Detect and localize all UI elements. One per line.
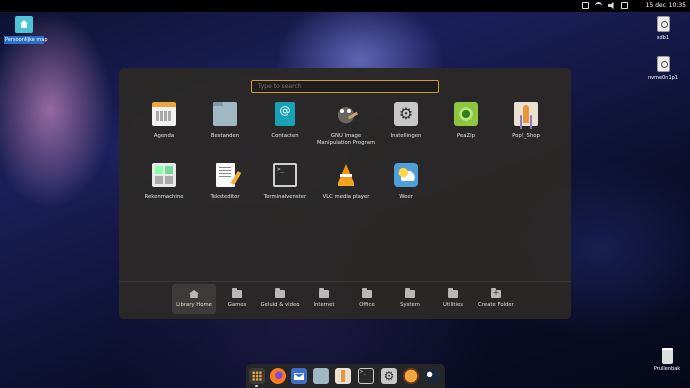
terminal-icon[interactable] xyxy=(358,368,374,384)
app-label: Teksteditor xyxy=(210,194,240,200)
folder-label: Create Folder xyxy=(478,302,514,308)
folder-label: System xyxy=(400,302,420,308)
desktop-drive-sdb1[interactable]: sdb1 xyxy=(648,16,678,41)
vlc-icon xyxy=(334,163,358,187)
trash-label: Prullenbak xyxy=(653,366,681,372)
folder-games[interactable]: Games xyxy=(215,284,259,314)
app-icon[interactable] xyxy=(403,368,419,384)
folder-office[interactable]: Office xyxy=(345,284,389,314)
home-icon xyxy=(189,290,199,298)
top-bar: 15 dec 10:35 xyxy=(0,0,690,12)
app-label: Terminalvenster xyxy=(263,194,307,200)
network-icon[interactable] xyxy=(582,2,589,9)
desktop-trash[interactable]: Prullenbak xyxy=(652,348,682,372)
app-terminalvenster[interactable]: Terminalvenster xyxy=(254,163,316,201)
applications-icon[interactable] xyxy=(249,368,265,384)
folder-label: Geluid & video xyxy=(260,302,300,308)
app-peazip[interactable]: PeaZip xyxy=(435,102,497,140)
drive-label: sdb1 xyxy=(656,35,670,41)
app-label: Bestanden xyxy=(210,133,240,139)
gimp-icon xyxy=(334,102,358,126)
folder-label: Utilities xyxy=(443,302,463,308)
create-folder-button[interactable]: Create Folder xyxy=(474,284,518,314)
pop-shop-icon[interactable] xyxy=(335,368,351,384)
application-launcher: Agenda Bestanden Contacten GNU Image Man… xyxy=(119,68,571,319)
app-rekenmachine[interactable]: Rekenmachine xyxy=(133,163,195,201)
drive-icon xyxy=(656,16,670,32)
wifi-icon[interactable] xyxy=(595,2,602,9)
app-teksteditor[interactable]: Teksteditor xyxy=(194,163,256,201)
calculator-icon xyxy=(152,163,176,187)
app-label: VLC media player xyxy=(322,194,370,200)
folder-icon xyxy=(319,288,329,298)
text-editor-icon xyxy=(215,163,235,187)
app-label: Weer xyxy=(399,194,413,200)
app-pop-shop[interactable]: Pop!_Shop xyxy=(495,102,557,140)
settings-icon xyxy=(394,102,418,126)
drive-label: nvme0n1p1 xyxy=(648,75,678,81)
app-label: Instellingen xyxy=(390,133,422,139)
folder-utilities[interactable]: Utilities xyxy=(431,284,475,314)
desktop-home-folder[interactable]: Persoonlijke map xyxy=(4,16,48,44)
files-icon xyxy=(213,102,237,126)
app-label: PeaZip xyxy=(457,133,475,139)
system-tray[interactable] xyxy=(582,2,628,9)
steam-icon[interactable] xyxy=(424,368,440,384)
app-label: GNU Image Manipulation Program xyxy=(316,133,376,146)
app-contacten[interactable]: Contacten xyxy=(254,102,316,140)
pop-shop-icon xyxy=(514,102,538,126)
app-instellingen[interactable]: Instellingen xyxy=(375,102,437,140)
trash-icon xyxy=(661,348,673,364)
folder-icon xyxy=(405,288,415,298)
search-input[interactable] xyxy=(251,80,439,93)
app-vlc[interactable]: VLC media player xyxy=(315,163,377,201)
app-label: Rekenmachine xyxy=(144,194,184,200)
folder-icon xyxy=(232,288,242,298)
calendar-icon xyxy=(152,102,176,126)
folder-system[interactable]: System xyxy=(388,284,432,314)
folder-bar: Library Home Games Geluid & video Intern… xyxy=(119,281,571,319)
folder-plus-icon xyxy=(491,288,501,298)
desktop-drive-nvme[interactable]: nvme0n1p1 xyxy=(648,56,678,81)
home-folder-label: Persoonlijke map xyxy=(4,36,48,44)
folder-geluid-video[interactable]: Geluid & video xyxy=(258,284,302,314)
folder-internet[interactable]: Internet xyxy=(302,284,346,314)
app-label: Pop!_Shop xyxy=(512,133,540,139)
folder-label: Games xyxy=(227,302,247,308)
app-gimp[interactable]: GNU Image Manipulation Program xyxy=(315,102,377,147)
app-agenda[interactable]: Agenda xyxy=(133,102,195,140)
peazip-icon xyxy=(454,102,478,126)
folder-icon xyxy=(275,288,285,298)
dock xyxy=(246,364,445,388)
mail-icon[interactable] xyxy=(291,368,307,384)
folder-label: Office xyxy=(359,302,375,308)
folder-icon xyxy=(362,288,372,298)
running-indicator xyxy=(255,385,258,387)
volume-icon[interactable] xyxy=(608,2,614,9)
battery-icon[interactable] xyxy=(621,2,628,9)
app-bestanden[interactable]: Bestanden xyxy=(194,102,256,140)
clock-date[interactable]: 15 dec xyxy=(646,2,666,9)
home-folder-icon xyxy=(15,16,33,33)
app-label: Agenda xyxy=(153,133,175,139)
contacts-icon xyxy=(275,102,295,126)
weather-icon xyxy=(394,163,418,187)
folder-label: Internet xyxy=(313,302,335,308)
folder-icon xyxy=(448,288,458,298)
app-label: Contacten xyxy=(271,133,299,139)
drive-icon xyxy=(656,56,670,72)
firefox-icon[interactable] xyxy=(270,368,286,384)
folder-library-home[interactable]: Library Home xyxy=(172,284,216,314)
clock-time[interactable]: 10:35 xyxy=(669,2,686,9)
terminal-icon xyxy=(273,163,297,187)
settings-icon[interactable] xyxy=(381,368,397,384)
app-weer[interactable]: Weer xyxy=(375,163,437,201)
folder-label: Library Home xyxy=(176,302,212,308)
files-icon[interactable] xyxy=(313,368,329,384)
